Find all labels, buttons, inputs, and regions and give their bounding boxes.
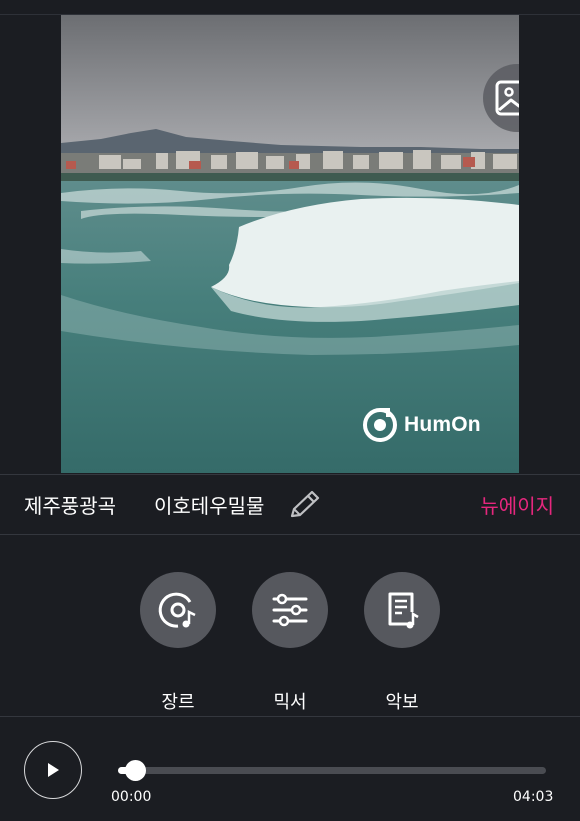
- singer-name: 이호테우밀물: [154, 494, 265, 518]
- status-bar: [0, 0, 580, 15]
- sheet-music-icon: [388, 592, 419, 629]
- play-icon: [48, 763, 59, 777]
- total-time: 04:03: [513, 789, 554, 805]
- pencil-icon[interactable]: [288, 489, 322, 521]
- sheet-music-button[interactable]: [364, 572, 440, 648]
- play-button[interactable]: [24, 741, 82, 799]
- cover-image: HumOn: [61, 15, 519, 473]
- watermark-text: HumOn: [404, 413, 481, 436]
- sliders-icon: [272, 593, 308, 627]
- image-icon: [495, 80, 519, 116]
- disc-music-icon: [158, 592, 196, 628]
- humon-logo-icon: [363, 408, 397, 442]
- progress-thumb[interactable]: [125, 760, 147, 781]
- genre-button[interactable]: [140, 572, 216, 648]
- sheet-music-label: 악보: [385, 692, 419, 713]
- mixer-label: 믹서: [273, 692, 307, 713]
- progress-bar[interactable]: [118, 760, 546, 781]
- genre-label: 장르: [161, 692, 195, 713]
- divider: [0, 716, 580, 717]
- mixer-button[interactable]: [252, 572, 328, 648]
- humon-watermark: HumOn: [362, 406, 481, 444]
- song-title: 제주풍광곡: [24, 494, 116, 518]
- song-info-bar: 제주풍광곡 이호테우밀물 뉴에이지: [0, 474, 580, 535]
- current-time: 00:00: [111, 789, 152, 805]
- genre-tag[interactable]: 뉴에이지: [480, 490, 554, 519]
- ocean-photo: [61, 15, 519, 473]
